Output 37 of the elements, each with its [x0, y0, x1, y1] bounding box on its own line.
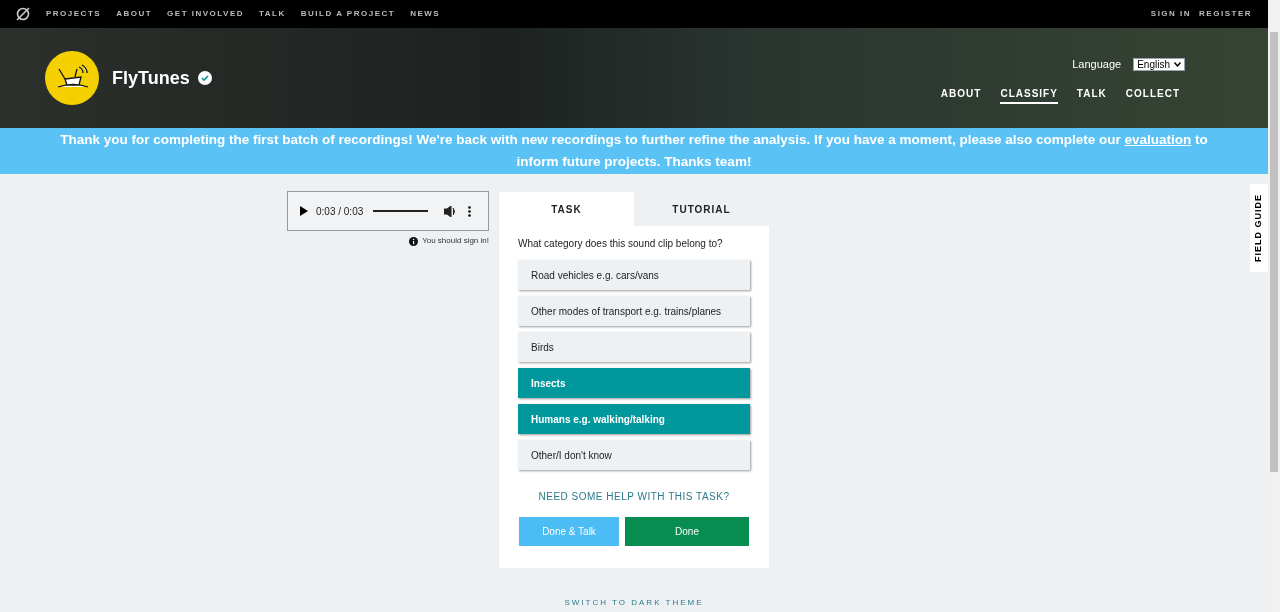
nav-link[interactable]: TALK: [259, 8, 286, 20]
logo-icon[interactable]: [16, 7, 30, 21]
project-nav-link[interactable]: COLLECT: [1125, 86, 1180, 105]
answer-option[interactable]: Insects: [518, 368, 750, 398]
answer-option[interactable]: Other modes of transport e.g. trains/planes: [518, 296, 750, 326]
panel-tab[interactable]: TUTORIAL: [634, 192, 769, 226]
answer-option[interactable]: Road vehicles e.g. cars/vans: [518, 260, 750, 290]
project-nav-link[interactable]: CLASSIFY: [1000, 86, 1058, 105]
language-label: Language: [1072, 56, 1122, 72]
dark-theme-link[interactable]: SWITCH TO DARK THEME: [564, 597, 704, 609]
answer-option[interactable]: Birds: [518, 332, 750, 362]
info-icon: [409, 236, 419, 246]
project-nav-link[interactable]: TALK: [1076, 86, 1107, 105]
sign-in-note: You should sign in!: [422, 235, 489, 247]
answer-option[interactable]: Humans e.g. walking/talking: [518, 404, 750, 434]
project-nav-link[interactable]: ABOUT: [940, 86, 982, 105]
nav-link[interactable]: PROJECTS: [46, 8, 102, 20]
playback-time: 0:03 / 0:03: [316, 204, 364, 219]
account-link[interactable]: SIGN IN: [1150, 8, 1192, 20]
audio-player[interactable]: 0:03 / 0:03: [287, 191, 489, 231]
language-select[interactable]: English: [1133, 57, 1185, 71]
announcement-text: Thank you for completing the first batch of recordings! We're back with new recordings to further refine the analysis. If you have a moment, please also complete our evaluation to inform future projects. Thanks team!: [59, 131, 1209, 171]
nav-link[interactable]: GET INVOLVED: [167, 8, 245, 20]
volume-icon[interactable]: [444, 205, 457, 217]
task-question: What category does this sound clip belong to?: [518, 237, 724, 251]
help-link[interactable]: NEED SOME HELP WITH THIS TASK?: [538, 489, 730, 504]
play-icon[interactable]: [300, 206, 308, 216]
nav-link[interactable]: NEWS: [410, 8, 441, 20]
nav-link[interactable]: BUILD A PROJECT: [300, 8, 396, 20]
account-link[interactable]: REGISTER: [1199, 8, 1252, 20]
nav-link[interactable]: ABOUT: [116, 8, 153, 20]
answer-option[interactable]: Other/I don't know: [518, 440, 750, 470]
done-button[interactable]: Done: [625, 517, 749, 546]
chevron-down-icon: [1174, 61, 1181, 67]
more-options-icon[interactable]: [468, 205, 472, 217]
field-guide-tab[interactable]: FIELD GUIDE: [1250, 184, 1268, 272]
project-name: FlyTunes: [112, 66, 190, 90]
